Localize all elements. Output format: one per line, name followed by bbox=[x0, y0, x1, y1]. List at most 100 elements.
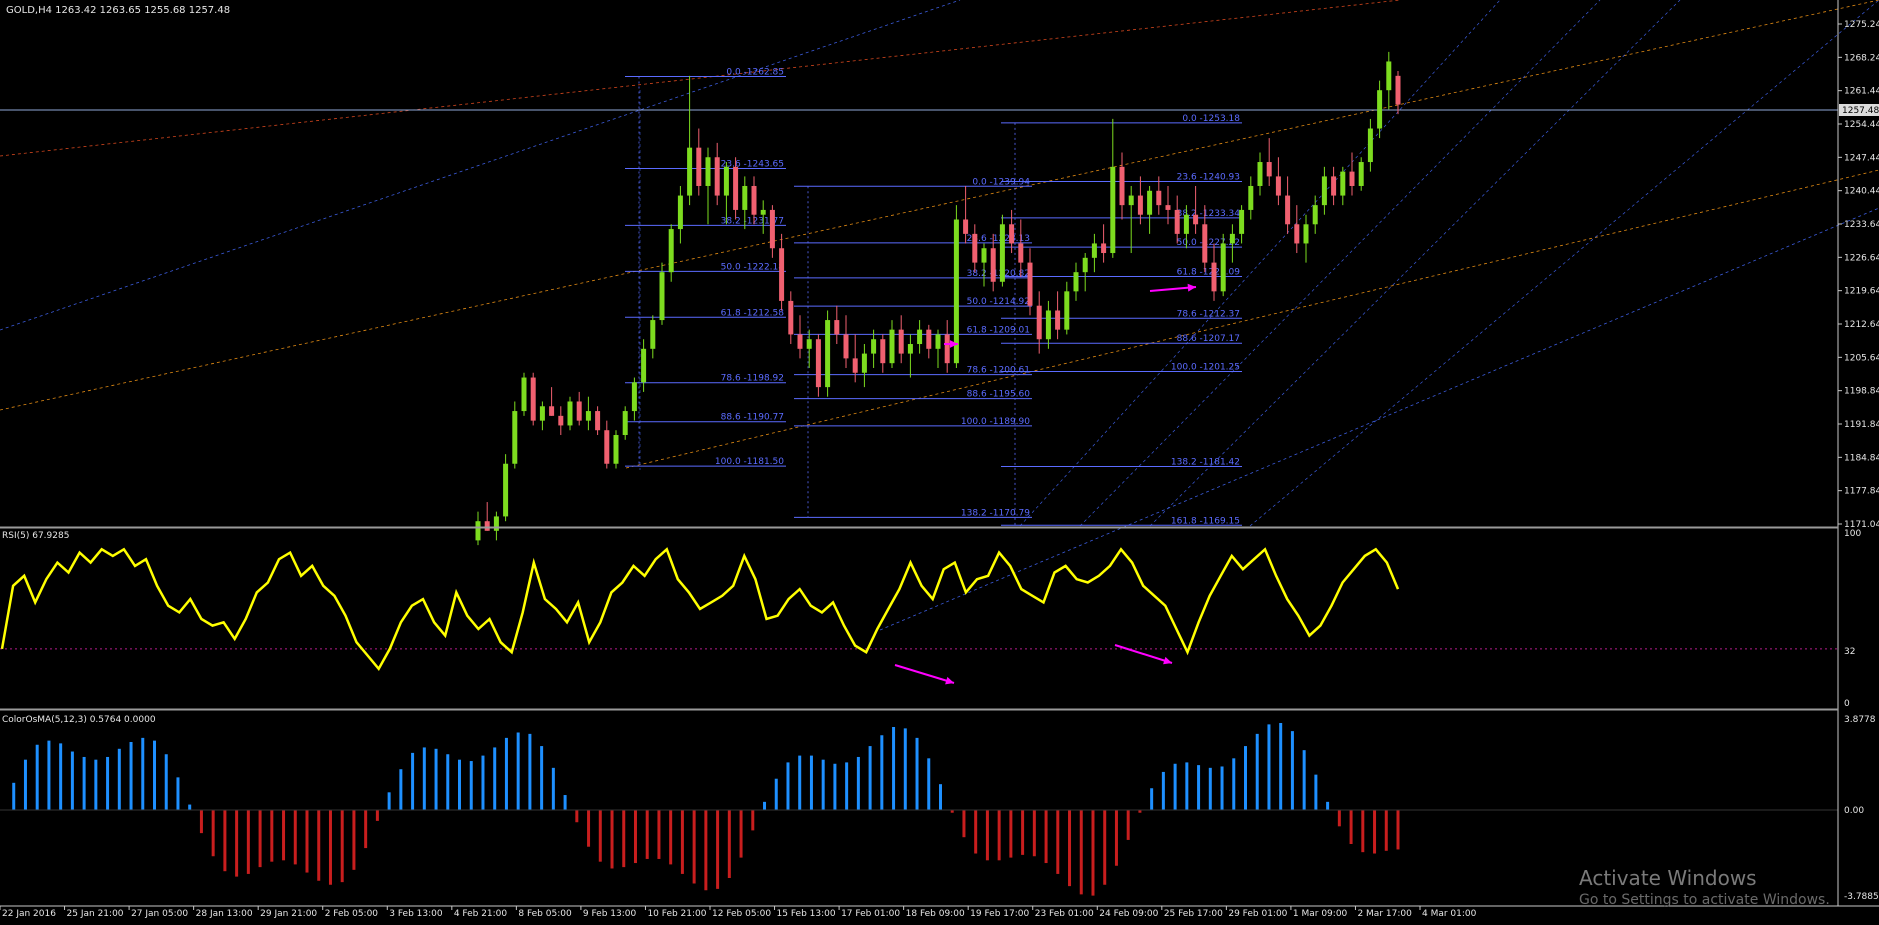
fib-level-label: 50.0 -1222.18 bbox=[721, 262, 785, 272]
candle-body bbox=[705, 157, 711, 186]
candle-body bbox=[723, 166, 729, 196]
fib-level-label: 100.0 -1201.25 bbox=[1171, 363, 1240, 373]
candle-body bbox=[1331, 176, 1337, 196]
candle-body bbox=[1091, 243, 1097, 258]
candle-body bbox=[926, 329, 932, 349]
candle-body bbox=[751, 185, 757, 215]
time-axis-label: 4 Feb 21:00 bbox=[454, 909, 508, 919]
price-axis-label: 1261.44 bbox=[1844, 87, 1879, 97]
trading-chart[interactable]: 0.0 -1262.85 23.6 -1243.65 38.2 -1231.77 50… bbox=[0, 0, 1879, 921]
candle-body bbox=[1248, 185, 1254, 210]
candle-body bbox=[815, 339, 821, 388]
osma-level-label: 0.00 bbox=[1844, 806, 1864, 816]
candle-body bbox=[1119, 166, 1125, 206]
candle-body bbox=[953, 219, 959, 364]
rsi-level-label: 32 bbox=[1844, 647, 1855, 657]
candle-body bbox=[668, 229, 674, 273]
candle-body bbox=[843, 334, 849, 359]
candle-body bbox=[1018, 243, 1024, 263]
candle-body bbox=[834, 320, 840, 335]
candle-body bbox=[493, 516, 499, 531]
candle-body bbox=[1036, 305, 1042, 340]
candle-body bbox=[871, 339, 877, 354]
fib-level-label: 161.8 -1169.15 bbox=[1171, 516, 1240, 526]
candle-body bbox=[687, 147, 693, 196]
candle-body bbox=[475, 521, 481, 541]
fib-level-label: 100.0 -1181.50 bbox=[715, 457, 784, 467]
candle-body bbox=[512, 411, 518, 464]
time-axis-label: 28 Jan 13:00 bbox=[196, 909, 253, 919]
candle-body bbox=[806, 339, 812, 349]
time-axis-label: 25 Feb 17:00 bbox=[1164, 909, 1223, 919]
candle-body bbox=[1220, 243, 1226, 292]
time-axis-label: 27 Jan 05:00 bbox=[131, 909, 188, 919]
candle-body bbox=[1045, 310, 1051, 340]
fib-level-label: 0.0 -1262.85 bbox=[726, 68, 784, 78]
price-axis-label: 1247.44 bbox=[1844, 153, 1879, 163]
price-axis-label: 1177.84 bbox=[1844, 487, 1879, 497]
fib-level-label: 23.6 -1240.93 bbox=[1177, 173, 1240, 183]
candle-body bbox=[963, 219, 969, 234]
candle-body bbox=[861, 353, 867, 373]
fib-level-label: 88.6 -1207.17 bbox=[1177, 334, 1240, 344]
candle-body bbox=[1193, 214, 1199, 225]
price-axis-label: 1268.24 bbox=[1844, 53, 1879, 63]
candle-body bbox=[1101, 243, 1107, 254]
time-axis-label: 4 Mar 01:00 bbox=[1422, 909, 1477, 919]
candle-body bbox=[1303, 224, 1309, 244]
time-axis-label: 2 Feb 05:00 bbox=[325, 909, 379, 919]
fib-level-label: 78.6 -1200.61 bbox=[967, 366, 1030, 376]
candle-body bbox=[907, 344, 913, 354]
candle-body bbox=[1285, 195, 1291, 225]
candle-body bbox=[917, 329, 923, 345]
fib-level-label: 61.8 -1209.01 bbox=[967, 325, 1030, 335]
candle-body bbox=[852, 358, 858, 373]
fib-level-label: 61.8 -1212.58 bbox=[721, 308, 785, 318]
osma-level-label: -3.7885 bbox=[1844, 892, 1879, 902]
candle-body bbox=[999, 224, 1005, 282]
candle-body bbox=[1386, 61, 1392, 91]
candle-body bbox=[825, 320, 831, 388]
price-axis-label: 1184.84 bbox=[1844, 453, 1879, 463]
price-axis-label: 1212.64 bbox=[1844, 320, 1879, 330]
candle-body bbox=[549, 406, 555, 416]
candle-body bbox=[1073, 272, 1079, 292]
candle-body bbox=[1239, 209, 1245, 234]
candle-body bbox=[1229, 233, 1235, 244]
fib-level-label: 138.2 -1181.42 bbox=[1171, 458, 1240, 468]
time-axis-label: 29 Jan 21:00 bbox=[260, 909, 317, 919]
candle-body bbox=[1358, 162, 1364, 186]
candle-body bbox=[613, 435, 619, 464]
candle-body bbox=[1340, 171, 1346, 196]
candle-body bbox=[1202, 224, 1208, 263]
time-axis-label: 29 Feb 01:00 bbox=[1228, 909, 1287, 919]
price-axis-label: 1240.44 bbox=[1844, 187, 1879, 197]
chart-background bbox=[0, 0, 1879, 921]
candle-body bbox=[1377, 90, 1383, 129]
time-axis-label: 18 Feb 09:00 bbox=[906, 909, 965, 919]
chart-svg[interactable]: 0.0 -1262.8523.6 -1243.6538.2 -1231.7750… bbox=[0, 0, 1879, 921]
candle-body bbox=[797, 334, 803, 349]
time-axis-label: 23 Feb 01:00 bbox=[1035, 909, 1094, 919]
candle-body bbox=[742, 185, 748, 210]
fib-level-label: 78.6 -1212.37 bbox=[1177, 309, 1240, 319]
candle-body bbox=[935, 334, 941, 349]
price-axis-label: 1275.24 bbox=[1844, 20, 1879, 30]
time-axis-label: 25 Jan 21:00 bbox=[67, 909, 124, 919]
osma-title: ColorOsMA(5,12,3) 0.5764 0.0000 bbox=[2, 715, 156, 725]
candle-body bbox=[1156, 190, 1162, 206]
rsi-level-label: 100 bbox=[1844, 529, 1861, 539]
fib-level-label: 0.0 -1239.94 bbox=[972, 177, 1030, 187]
price-axis-label: 1226.64 bbox=[1844, 253, 1879, 263]
candle-body bbox=[788, 300, 794, 335]
candle-body bbox=[1110, 166, 1116, 254]
time-axis-label: 3 Feb 13:00 bbox=[389, 909, 443, 919]
candle-body bbox=[659, 272, 665, 321]
time-axis-label: 8 Feb 05:00 bbox=[518, 909, 572, 919]
candle-body bbox=[622, 411, 628, 436]
candle-body bbox=[1294, 224, 1300, 244]
candle-body bbox=[1275, 176, 1281, 196]
candle-body bbox=[1312, 205, 1318, 225]
candle-body bbox=[558, 415, 564, 426]
time-axis-label: 15 Feb 13:00 bbox=[777, 909, 836, 919]
